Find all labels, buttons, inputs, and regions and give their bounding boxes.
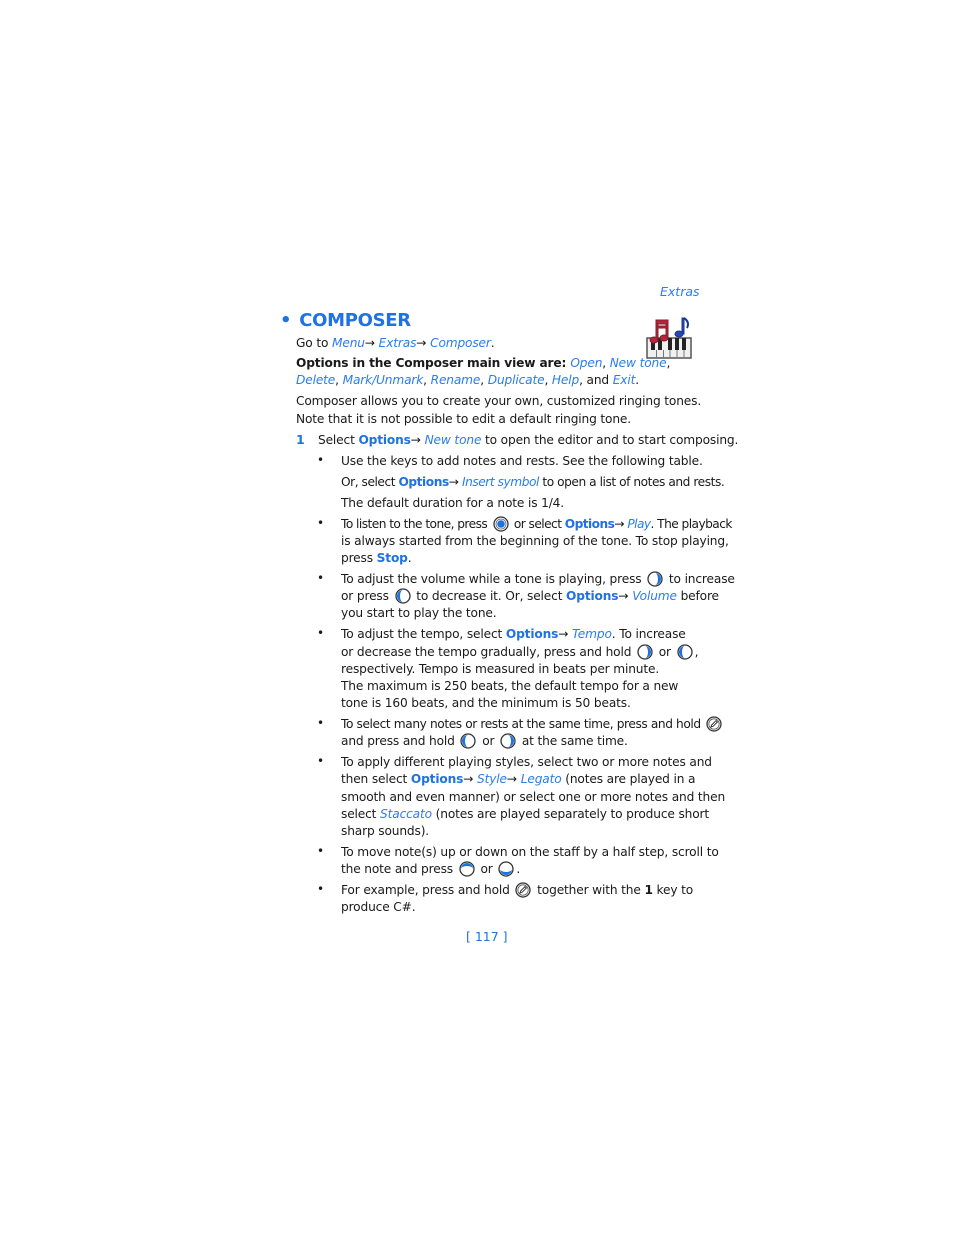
bullet-2-line3: press Stop. — [341, 551, 412, 565]
options-intro-line2: Delete, Mark/Unmark, Rename, Duplicate, … — [296, 373, 639, 387]
bullet-2-line2: is always started from the beginning of … — [341, 534, 729, 548]
bullet-1-line3: The default duration for a note is 1/4. — [341, 496, 565, 510]
bullet-marker: • — [317, 844, 325, 858]
step-number: 1 — [296, 432, 305, 447]
option-delete: Delete — [296, 373, 336, 387]
bullet-5-line2: and press and hold or at the same time. — [341, 733, 628, 749]
bullet-6-line4: select Staccato (notes are played separa… — [341, 807, 710, 821]
section-header: Extras — [660, 284, 700, 299]
option-duplicate: Duplicate — [487, 373, 545, 387]
options-intro-line1: Options in the Composer main view are: O… — [296, 356, 671, 370]
edit-pencil-key-icon — [706, 716, 722, 732]
bullet-marker: • — [317, 453, 325, 467]
title-text: COMPOSER — [299, 310, 411, 331]
bullet-7-line1: To move note(s) up or down on the staff … — [341, 845, 719, 859]
bullet-4-line4: The maximum is 250 beats, the default te… — [341, 679, 679, 693]
bullet-4-line5: tone is 160 beats, and the minimum is 50… — [341, 696, 631, 710]
composer-music-keyboard-icon — [646, 317, 692, 359]
menu-path-menu: Menu — [331, 336, 365, 350]
bullet-4-line2: or decrease the tempo gradually, press a… — [341, 644, 699, 660]
bullet-2-line1: To listen to the tone, press or select O… — [341, 516, 732, 532]
bullet-6-line3: smooth and even manner) or select one or… — [341, 790, 726, 804]
joystick-down-icon — [498, 861, 514, 877]
step-1-text: Select Options→ New tone to open the edi… — [318, 433, 739, 447]
intro-paragraph-line1: Composer allows you to create your own, … — [296, 394, 702, 408]
bullet-7-line2: the note and press or . — [341, 861, 521, 877]
bullet-1-line1: Use the keys to add notes and rests. See… — [341, 454, 703, 468]
bullet-6-line2: then select Options→ Style→ Legato (note… — [341, 772, 696, 786]
option-rename: Rename — [430, 373, 481, 387]
bullet-6-line1: To apply different playing styles, selec… — [341, 755, 712, 769]
bullet-3-line2: or press to decrease it. Or, select Opti… — [341, 588, 719, 604]
option-new-tone: New tone — [609, 356, 667, 370]
joystick-up-icon — [459, 861, 475, 877]
joystick-left-icon — [394, 588, 411, 604]
bullet-1-line2: Or, select Options→ Insert symbol to ope… — [341, 475, 725, 489]
bullet-8-line1: For example, press and hold together wit… — [341, 882, 694, 898]
bullet-5-line1: To select many notes or rests at the sam… — [341, 716, 724, 733]
joystick-left-icon — [460, 733, 477, 749]
bullet-marker: • — [317, 571, 325, 585]
bullet-6-line5: sharp sounds). — [341, 824, 430, 838]
bullet-marker: • — [317, 882, 325, 896]
joystick-left-icon — [676, 644, 693, 660]
joystick-right-icon — [647, 571, 663, 587]
option-exit: Exit — [612, 373, 636, 387]
menu-path-extras: Extras — [378, 336, 417, 350]
edit-pencil-key-icon — [515, 882, 532, 898]
bullet-4-line1: To adjust the tempo, select Options→ Tem… — [341, 627, 686, 641]
bullet-marker: • — [317, 626, 325, 640]
title-bullet: • — [280, 310, 292, 331]
joystick-press-icon — [492, 516, 509, 532]
option-mark-unmark: Mark/Unmark — [342, 373, 424, 387]
bullet-3-line1: To adjust the volume while a tone is pla… — [341, 571, 735, 587]
bullet-4-line3: respectively. Tempo is measured in beats… — [341, 662, 660, 676]
bullet-3-line3: you start to play the tone. — [341, 606, 497, 620]
page-title: • COMPOSER — [280, 310, 411, 331]
joystick-right-icon — [500, 733, 516, 749]
bullet-marker: • — [317, 516, 325, 530]
bullet-marker: • — [317, 716, 325, 730]
manual-page: Extras • COMPOSER Go to Menu→ Extras→ Co… — [0, 0, 954, 1235]
joystick-right-icon — [637, 644, 653, 660]
goto-line: Go to Menu→ Extras→ Composer. — [296, 336, 495, 350]
bullet-marker: • — [317, 754, 325, 768]
page-number: [ 117 ] — [466, 929, 508, 944]
bullet-8-line2: produce C#. — [341, 900, 416, 914]
menu-path-composer: Composer — [430, 336, 491, 350]
intro-paragraph-line2: Note that it is not possible to edit a d… — [296, 412, 631, 426]
option-help: Help — [551, 373, 580, 387]
option-open: Open — [570, 356, 603, 370]
